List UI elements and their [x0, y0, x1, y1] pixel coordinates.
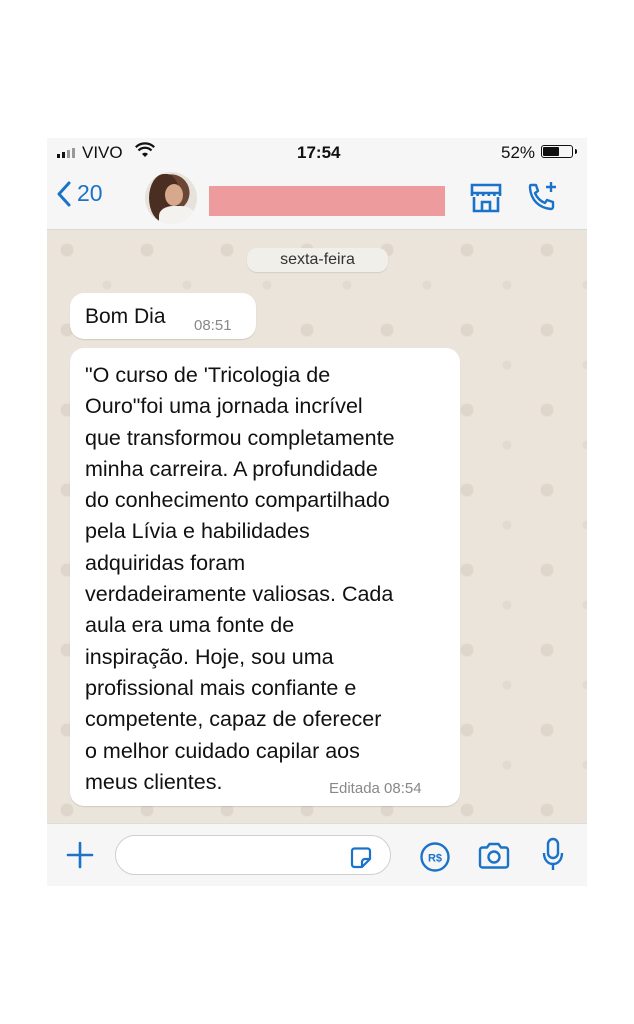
sticker-icon[interactable] — [348, 845, 374, 876]
battery-icon — [541, 145, 577, 158]
plus-icon[interactable] — [65, 840, 95, 875]
back-button[interactable]: 20 — [57, 180, 103, 207]
date-separator: sexta-feira — [247, 248, 388, 272]
message-bubble[interactable]: Bom Dia 08:51 — [70, 293, 256, 339]
svg-text:R$: R$ — [428, 853, 442, 865]
camera-icon[interactable] — [477, 841, 511, 876]
message-time: Editada 08:54 — [329, 780, 422, 797]
back-chevron-icon — [57, 181, 71, 206]
chat-header: 20 — [47, 166, 587, 230]
status-time: 17:54 — [297, 143, 341, 162]
contact-avatar[interactable] — [145, 172, 197, 224]
input-bar: R$ — [47, 823, 587, 886]
microphone-icon[interactable] — [541, 836, 565, 879]
voice-call-icon[interactable] — [525, 180, 559, 219]
wifi-icon — [135, 142, 155, 163]
message-text: "O curso de 'Tricologia de Ouro"foi uma … — [85, 363, 395, 794]
whatsapp-screen: VIVO 17:54 52% 20 sexta-feira Bom Dia 08… — [47, 138, 587, 886]
unread-count: 20 — [77, 180, 103, 206]
message-time: 08:51 — [194, 317, 232, 334]
message-bubble[interactable]: "O curso de 'Tricologia de Ouro"foi uma … — [70, 348, 460, 806]
status-bar: VIVO 17:54 52% — [47, 138, 587, 166]
battery-percent: 52% — [501, 143, 536, 162]
signal-icon — [57, 148, 75, 158]
store-icon[interactable] — [469, 182, 503, 219]
chat-area[interactable]: sexta-feira Bom Dia 08:51 "O curso de 'T… — [47, 230, 587, 823]
redacted-contact-name[interactable] — [209, 186, 445, 216]
message-text: Bom Dia — [85, 305, 166, 328]
money-icon[interactable]: R$ — [419, 841, 451, 878]
carrier-name: VIVO — [82, 143, 123, 162]
